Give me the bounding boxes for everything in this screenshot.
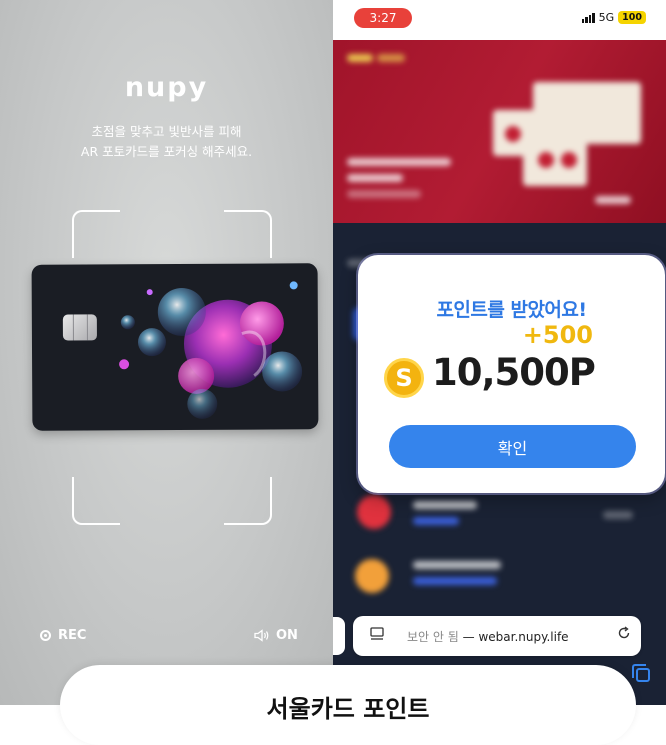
mobile-browser-view: 3:27 5G 100 포인트를 받았어요! +500 S 10,500P 확인… (333, 0, 666, 705)
points-total: 10,500P (432, 351, 596, 394)
reload-icon[interactable] (617, 626, 631, 644)
security-warning: 보안 안 됨 (407, 629, 459, 644)
photo-card (31, 263, 319, 431)
status-time: 3:27 (354, 8, 412, 28)
bottom-sheet-title: 서울카드 포인트 (266, 695, 430, 723)
modal-title: 포인트를 받았어요! (436, 299, 587, 321)
focus-instruction: 초점을 맞추고 빛반사를 피해 AR 포토카드를 포커싱 해주세요. (0, 122, 333, 162)
points-earned: +500 (522, 321, 593, 349)
previous-tab-edge[interactable] (333, 617, 345, 655)
status-bar: 3:27 5G 100 (333, 0, 666, 40)
focus-frame-corner-top-right (224, 210, 272, 258)
battery-level: 100 (618, 11, 646, 24)
record-button[interactable]: REC (40, 628, 86, 643)
bottom-sheet: 서울카드 포인트 (60, 665, 636, 745)
coin-icon: S (384, 358, 424, 398)
sound-label: ON (276, 628, 298, 643)
instruction-line-2: AR 포토카드를 포커싱 해주세요. (80, 144, 253, 159)
card-chip (62, 314, 97, 341)
ar-camera-view: nupy 초점을 맞추고 빛반사를 피해 AR 포토카드를 포커싱 해주세요. (0, 0, 333, 705)
instruction-line-1: 초점을 맞추고 빛반사를 피해 (91, 124, 242, 139)
nupy-logo: nupy (124, 72, 209, 103)
record-label: REC (58, 628, 87, 643)
focus-frame-corner-bottom-left (72, 477, 120, 525)
point-reward-modal: 포인트를 받았어요! +500 S 10,500P 확인 (358, 255, 665, 493)
focus-frame-corner-top-left (72, 210, 120, 258)
tabs-icon[interactable] (632, 664, 650, 682)
status-indicators: 5G 100 (581, 11, 646, 24)
address-bar[interactable]: 보안 안 됨 — webar.nupy.life (353, 616, 641, 656)
record-icon (40, 630, 51, 641)
photo-card-artwork (119, 281, 303, 419)
reader-icon[interactable] (365, 627, 389, 645)
url-text: 보안 안 됨 — webar.nupy.life (407, 628, 569, 645)
url-domain: webar.nupy.life (478, 629, 569, 644)
promo-banner (333, 40, 666, 223)
sound-toggle[interactable]: ON (254, 628, 298, 643)
confirm-button[interactable]: 확인 (389, 425, 636, 468)
signal-bars-icon (581, 12, 595, 23)
url-separator: — (458, 629, 479, 644)
network-type: 5G (598, 11, 615, 24)
speaker-icon (254, 629, 269, 642)
focus-frame-corner-bottom-right (224, 477, 272, 525)
